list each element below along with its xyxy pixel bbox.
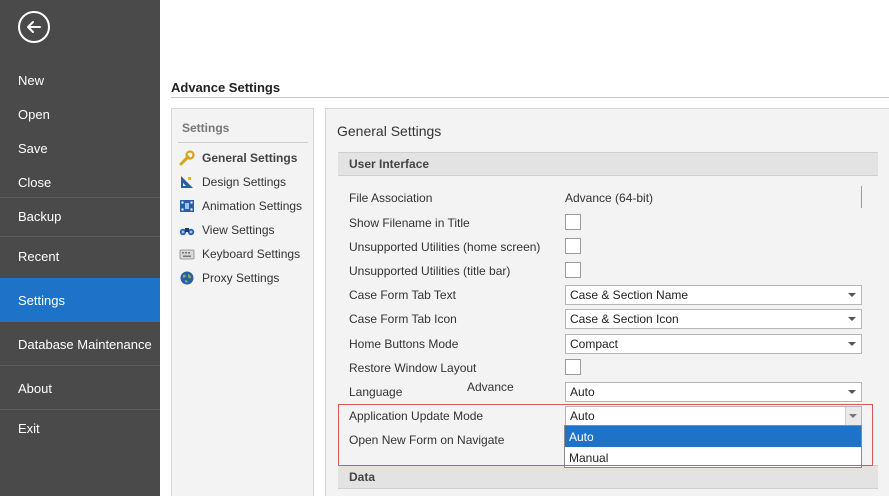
chevron-down-icon bbox=[848, 342, 856, 346]
floating-label: Advance bbox=[467, 380, 514, 394]
unsupported-home-label: Unsupported Utilities (home screen) bbox=[349, 240, 541, 254]
category-view-settings[interactable]: View Settings bbox=[178, 220, 275, 240]
nav-about[interactable]: About bbox=[0, 377, 160, 399]
home-buttons-mode-select[interactable]: Compact bbox=[565, 334, 862, 354]
case-form-tab-text-label: Case Form Tab Text bbox=[349, 288, 456, 302]
category-proxy-settings[interactable]: Proxy Settings bbox=[178, 268, 279, 288]
combo-value: Auto bbox=[570, 385, 595, 399]
ruler-icon bbox=[178, 174, 196, 190]
panel-title: General Settings bbox=[337, 123, 442, 139]
title-divider bbox=[171, 97, 889, 98]
nav-separator bbox=[0, 409, 160, 410]
category-label: Keyboard Settings bbox=[202, 247, 301, 261]
nav-save[interactable]: Save bbox=[0, 137, 160, 159]
category-label: Design Settings bbox=[202, 175, 287, 189]
nav-separator bbox=[0, 236, 160, 237]
unsupported-title-checkbox[interactable] bbox=[565, 262, 581, 278]
back-arrow-icon[interactable] bbox=[18, 11, 50, 43]
nav-database-maintenance[interactable]: Database Maintenance bbox=[0, 333, 160, 355]
case-form-tab-icon-select[interactable]: Case & Section Icon bbox=[565, 309, 862, 329]
wrench-icon bbox=[178, 150, 196, 166]
backstage-nav: New Open Save Close Backup Recent Settin… bbox=[0, 0, 160, 496]
film-icon bbox=[178, 198, 196, 214]
category-heading: Settings bbox=[182, 121, 230, 135]
nav-backup[interactable]: Backup bbox=[0, 205, 160, 227]
language-select[interactable]: Auto bbox=[565, 382, 862, 402]
case-form-tab-icon-label: Case Form Tab Icon bbox=[349, 312, 457, 326]
show-filename-label: Show Filename in Title bbox=[349, 216, 470, 230]
group-data[interactable]: Data bbox=[338, 465, 878, 489]
highlight-annotation bbox=[338, 404, 873, 466]
nav-recent[interactable]: Recent bbox=[0, 245, 160, 267]
file-association-value[interactable]: Advance (64-bit) bbox=[565, 191, 653, 205]
settings-category-panel: Settings General Settings Design Setting… bbox=[171, 108, 314, 496]
category-keyboard-settings[interactable]: Keyboard Settings bbox=[178, 244, 300, 264]
combo-value: Compact bbox=[570, 337, 619, 351]
nav-open[interactable]: Open bbox=[0, 103, 160, 125]
keyboard-icon bbox=[178, 246, 196, 262]
combo-value: Case & Section Icon bbox=[570, 312, 679, 326]
nav-separator bbox=[0, 197, 160, 198]
restore-window-layout-label: Restore Window Layout bbox=[349, 361, 477, 375]
globe-icon bbox=[178, 270, 196, 286]
category-label: View Settings bbox=[202, 223, 275, 237]
restore-window-layout-checkbox[interactable] bbox=[565, 359, 581, 375]
chevron-down-icon bbox=[848, 317, 856, 321]
unsupported-home-checkbox[interactable] bbox=[565, 238, 581, 254]
language-label: Language bbox=[349, 385, 403, 399]
home-buttons-mode-label: Home Buttons Mode bbox=[349, 337, 459, 351]
file-association-label: File Association bbox=[349, 191, 433, 205]
chevron-down-icon bbox=[848, 293, 856, 297]
binoculars-icon bbox=[178, 222, 196, 238]
category-label: Proxy Settings bbox=[202, 271, 280, 285]
category-general-settings[interactable]: General Settings bbox=[178, 148, 297, 168]
category-divider bbox=[178, 142, 308, 143]
category-label: Animation Settings bbox=[202, 199, 303, 213]
nav-exit[interactable]: Exit bbox=[0, 417, 160, 439]
category-design-settings[interactable]: Design Settings bbox=[178, 172, 286, 192]
unsupported-title-label: Unsupported Utilities (title bar) bbox=[349, 264, 511, 278]
page-title: Advance Settings bbox=[171, 80, 281, 95]
chevron-down-icon bbox=[848, 390, 856, 394]
nav-settings[interactable]: Settings bbox=[0, 278, 160, 322]
scrollbar-thumb[interactable] bbox=[861, 186, 862, 208]
category-animation-settings[interactable]: Animation Settings bbox=[178, 196, 302, 216]
combo-value: Case & Section Name bbox=[570, 288, 689, 302]
category-label: General Settings bbox=[202, 151, 298, 165]
nav-separator bbox=[0, 365, 160, 366]
case-form-tab-text-select[interactable]: Case & Section Name bbox=[565, 285, 862, 305]
group-user-interface[interactable]: User Interface bbox=[338, 152, 878, 176]
nav-new[interactable]: New bbox=[0, 69, 160, 91]
show-filename-checkbox[interactable] bbox=[565, 214, 581, 230]
nav-close[interactable]: Close bbox=[0, 171, 160, 193]
